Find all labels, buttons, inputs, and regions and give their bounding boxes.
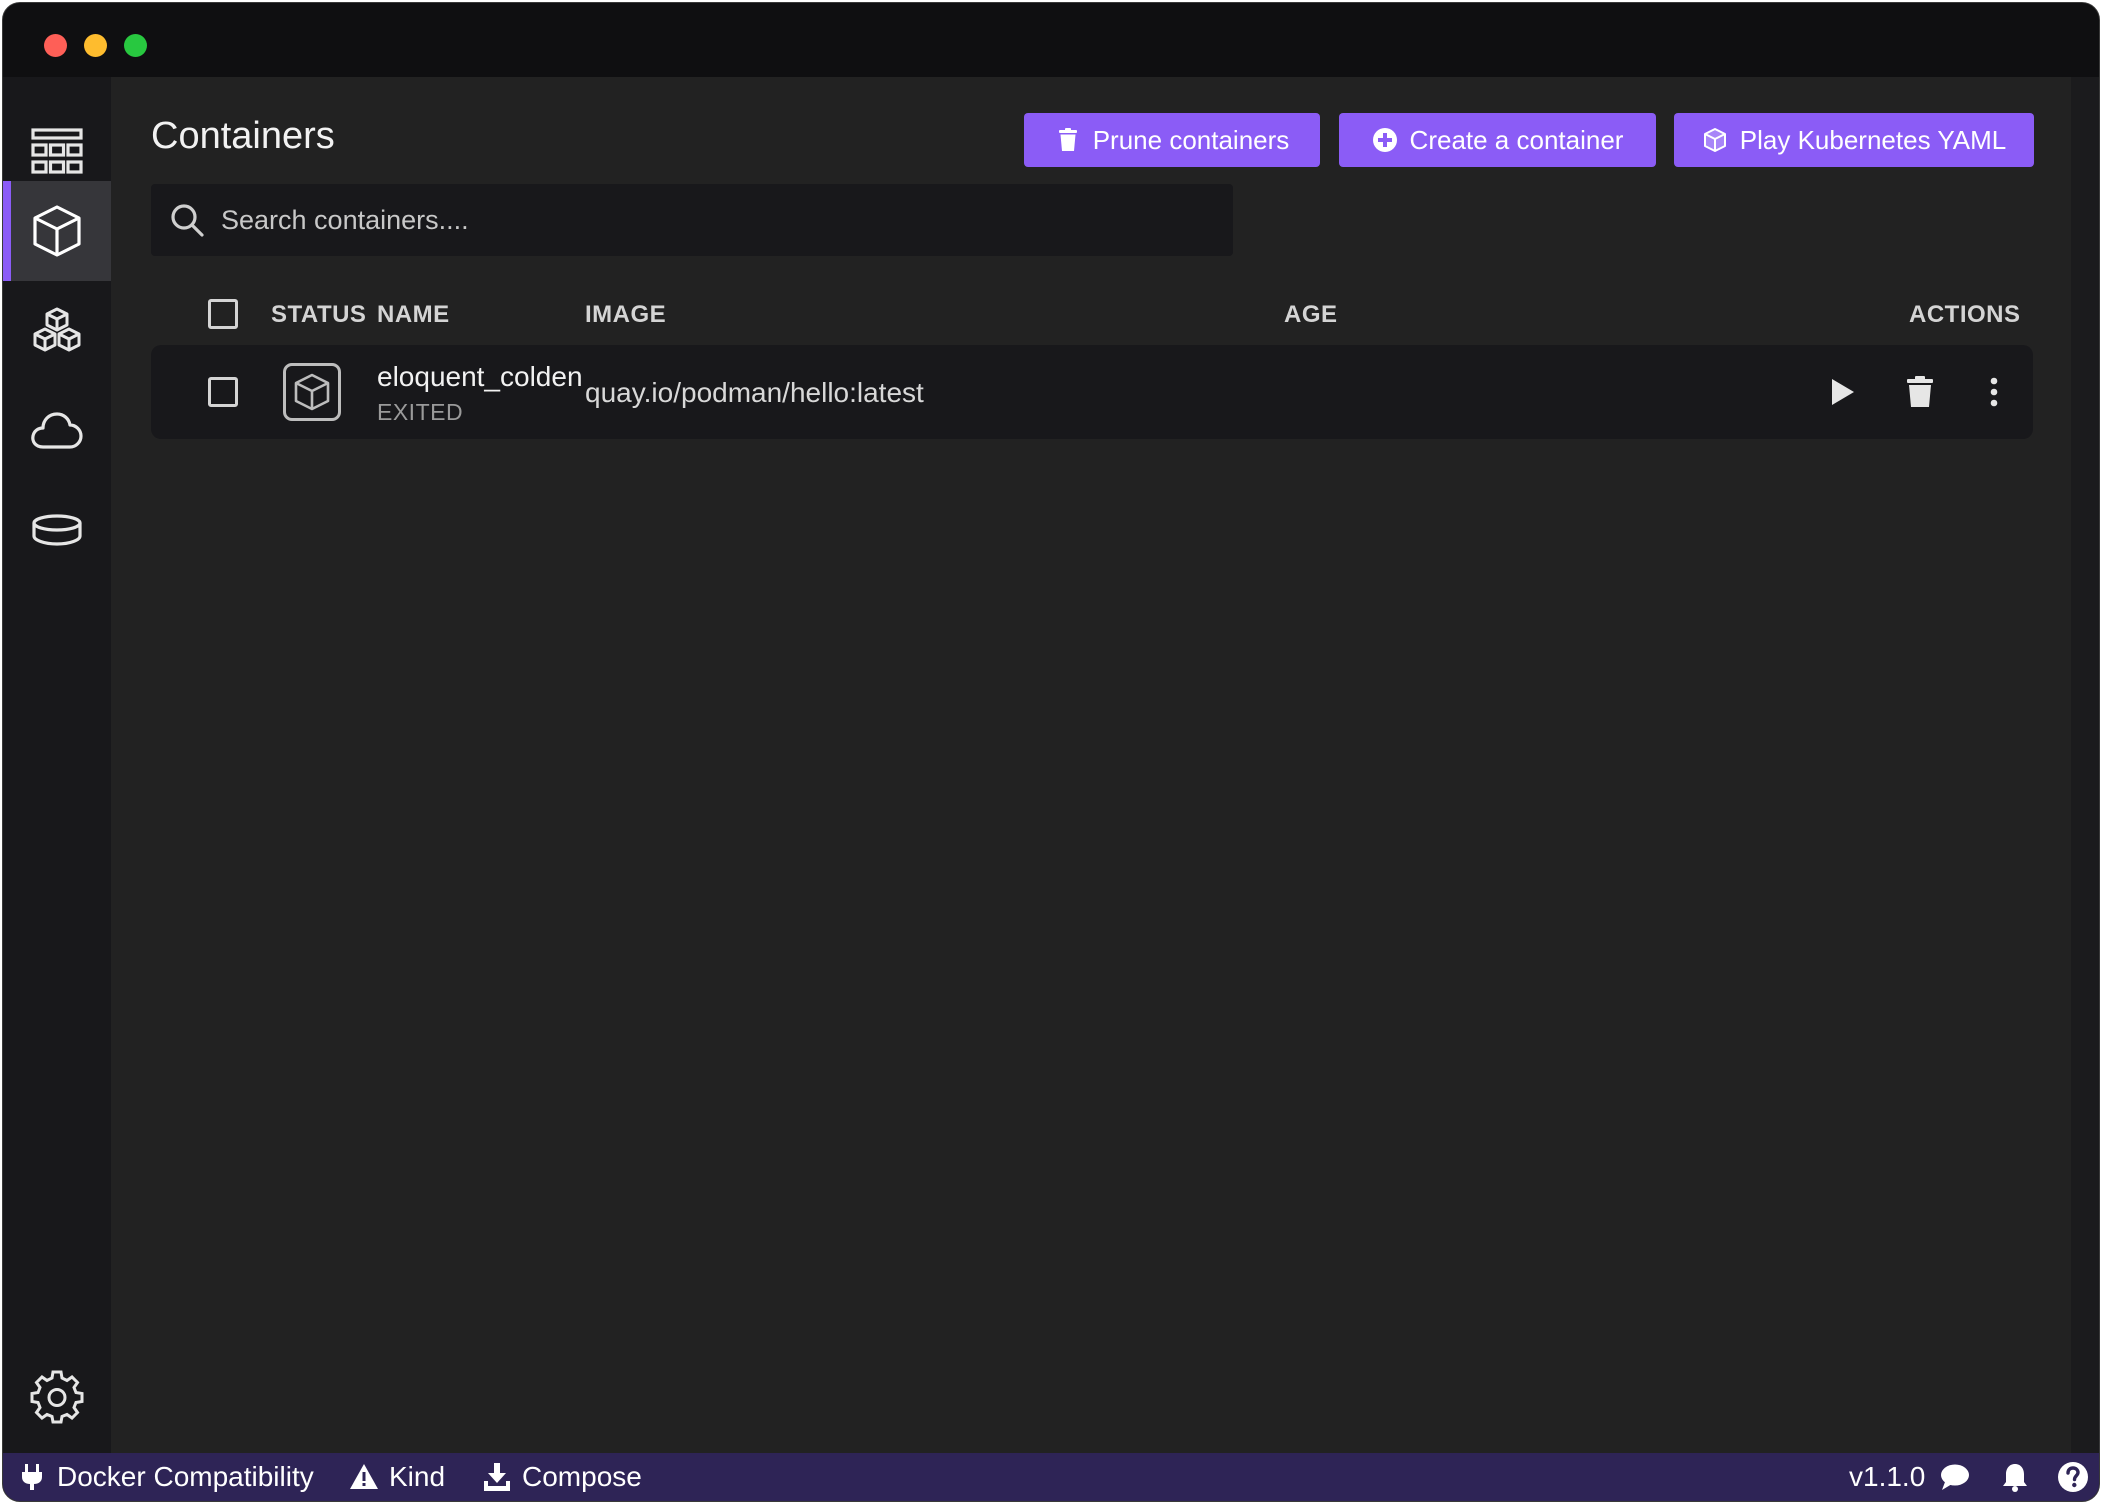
status-bar: Docker Compatibility Kind Compose v1.1.0 xyxy=(3,1453,2099,1501)
kind-item[interactable]: Kind xyxy=(349,1461,445,1493)
column-header-age[interactable]: AGE xyxy=(1284,301,1338,329)
bell-icon[interactable] xyxy=(1999,1461,2031,1493)
dashboard-grid-icon xyxy=(31,128,83,174)
status-indicator xyxy=(283,363,341,421)
docker-compatibility-label: Docker Compatibility xyxy=(57,1461,314,1492)
column-header-actions: ACTIONS xyxy=(1909,301,2021,328)
table-row[interactable]: eloquent_colden EXITED quay.io/podman/he… xyxy=(151,345,2033,439)
container-name[interactable]: eloquent_colden xyxy=(377,361,583,393)
sidebar-item-volumes[interactable] xyxy=(3,481,111,581)
container-status: EXITED xyxy=(377,399,464,425)
sidebar-item-containers[interactable] xyxy=(3,181,111,281)
version-label[interactable]: v1.1.0 xyxy=(1849,1461,1925,1493)
download-icon xyxy=(484,1463,510,1491)
container-cube-icon xyxy=(294,373,330,411)
sidebar-item-images[interactable] xyxy=(3,381,111,481)
pods-cubes-icon xyxy=(33,307,81,352)
start-container-button[interactable] xyxy=(1825,375,1859,409)
maximize-window-button[interactable] xyxy=(124,34,147,57)
create-container-label: Create a container xyxy=(1409,124,1624,155)
close-window-button[interactable] xyxy=(44,34,67,57)
gear-icon xyxy=(30,1370,84,1424)
scrollbar-track[interactable] xyxy=(2071,77,2099,1453)
play-icon xyxy=(1832,379,1854,405)
sidebar xyxy=(3,77,111,1457)
kebab-menu-icon xyxy=(1990,377,1998,407)
column-header-name[interactable]: NAME xyxy=(377,301,450,329)
docker-compatibility-item[interactable]: Docker Compatibility xyxy=(17,1461,314,1493)
container-cube-icon xyxy=(33,205,81,257)
plug-icon xyxy=(22,1464,42,1490)
page-title: Containers xyxy=(151,115,335,157)
compose-label: Compose xyxy=(522,1461,642,1492)
sidebar-item-settings[interactable] xyxy=(3,1347,111,1447)
search-icon xyxy=(171,204,204,237)
compose-item[interactable]: Compose xyxy=(482,1461,642,1493)
prune-containers-button[interactable]: Prune containers xyxy=(1024,113,1320,167)
container-image: quay.io/podman/hello:latest xyxy=(585,377,924,408)
plus-circle-icon xyxy=(1372,128,1397,152)
column-header-status[interactable]: STATUS xyxy=(271,301,366,329)
play-kubernetes-yaml-label: Play Kubernetes YAML xyxy=(1739,124,2007,155)
volume-disk-icon xyxy=(32,514,82,546)
row-select-checkbox[interactable] xyxy=(208,377,238,407)
delete-container-button[interactable] xyxy=(1903,375,1937,409)
create-container-button[interactable]: Create a container xyxy=(1339,113,1656,167)
sidebar-item-pods[interactable] xyxy=(3,281,111,381)
play-kubernetes-yaml-button[interactable]: Play Kubernetes YAML xyxy=(1674,113,2034,167)
kind-label: Kind xyxy=(389,1461,446,1492)
main-content: Containers Prune containers Create a con… xyxy=(111,77,2099,1453)
help-icon[interactable] xyxy=(2057,1461,2089,1493)
select-all-checkbox[interactable] xyxy=(208,299,238,329)
search-input[interactable] xyxy=(221,204,1233,236)
cloud-icon xyxy=(31,412,83,449)
column-header-image[interactable]: IMAGE xyxy=(585,301,666,329)
chat-bubble-icon[interactable] xyxy=(1939,1461,1971,1493)
minimize-window-button[interactable] xyxy=(84,34,107,57)
app-window: Containers Prune containers Create a con… xyxy=(2,2,2100,1502)
trash-icon xyxy=(1058,128,1077,151)
warning-icon xyxy=(350,1464,378,1489)
trash-icon xyxy=(1907,376,1933,407)
prune-containers-label: Prune containers xyxy=(1092,124,1290,155)
more-actions-button[interactable] xyxy=(1977,375,2011,409)
search-bar xyxy=(151,184,1233,256)
kube-cube-icon xyxy=(1703,128,1726,152)
title-bar xyxy=(3,3,2099,77)
